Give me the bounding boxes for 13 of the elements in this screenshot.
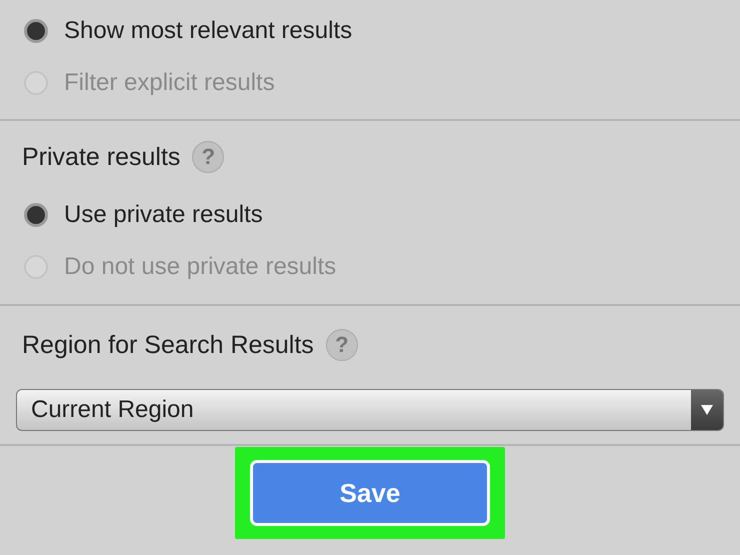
radio-button[interactable] (24, 203, 48, 227)
region-dropdown[interactable]: Current Region (16, 389, 724, 431)
radio-label: Filter explicit results (64, 69, 275, 97)
section-title: Region for Search Results (22, 330, 314, 360)
help-icon[interactable]: ? (192, 141, 224, 173)
save-button[interactable]: Save (253, 463, 487, 523)
radio-label: Show most relevant results (64, 17, 352, 45)
caret-icon (691, 390, 723, 430)
radio-label: Do not use private results (64, 253, 336, 281)
section-title: Private results (22, 142, 180, 172)
radio-button[interactable] (24, 19, 48, 43)
radio-label: Use private results (64, 201, 263, 229)
help-icon[interactable]: ? (326, 329, 358, 361)
